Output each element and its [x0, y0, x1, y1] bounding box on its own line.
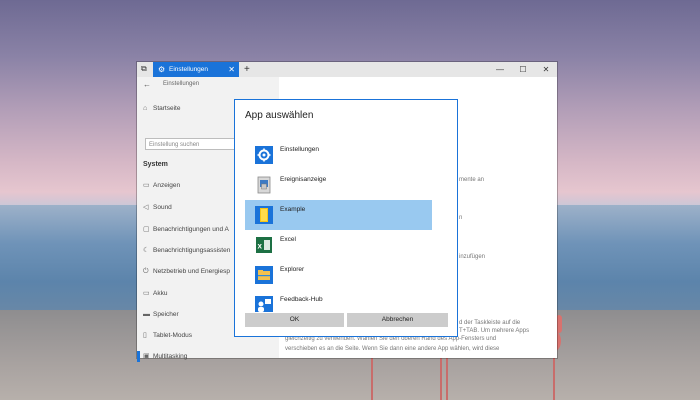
content-text: n — [459, 215, 463, 221]
new-tab-button[interactable]: + — [244, 62, 250, 77]
sidebar-item-label: Tablet-Modus — [153, 332, 193, 339]
sidebar-item-multitasking[interactable]: ▣ Multitasking — [143, 350, 277, 364]
cancel-button[interactable]: Abbrechen — [347, 313, 448, 327]
app-list[interactable]: Einstellungen Ereignisanzeige Example x — [245, 140, 433, 312]
breadcrumb: Einstellungen — [163, 81, 200, 87]
title-bar: ⧉ ⚙ Einstellungen ✕ + — ☐ ✕ — [137, 62, 557, 77]
list-item-label: Feedback-Hub — [280, 296, 323, 303]
list-item[interactable]: x Excel — [245, 230, 432, 260]
sidebar-item-label: Benachrichtigungen und A — [153, 226, 229, 233]
ok-button[interactable]: OK — [245, 313, 344, 327]
sidebar-item-label: Netzbetrieb und Energiesp — [153, 268, 230, 275]
storage-icon: ▬ — [143, 311, 150, 318]
content-text: inzufügen — [459, 254, 486, 260]
sidebar-item-label: Startseite — [153, 105, 181, 112]
monitor-icon: ▭ — [143, 182, 150, 189]
list-item[interactable]: Feedback-Hub — [245, 290, 432, 312]
list-item-label: Einstellungen — [280, 146, 320, 153]
list-item-label: Example — [280, 206, 306, 213]
list-item-label: Excel — [280, 236, 296, 243]
sidebar-item-label: Akku — [153, 290, 168, 297]
app-picker-dialog: App auswählen Einstellungen Ereignisanze… — [234, 99, 458, 337]
section-heading: System — [143, 161, 168, 168]
dialog-title: App auswählen — [245, 110, 314, 121]
list-item-label: Ereignisanzeige — [280, 176, 327, 183]
moon-icon: ☾ — [143, 247, 150, 254]
close-tab-icon[interactable]: ✕ — [228, 62, 235, 77]
list-item[interactable]: Einstellungen — [245, 140, 432, 170]
excel-icon: x — [256, 237, 272, 253]
tab-settings[interactable]: ⚙ Einstellungen ✕ — [153, 62, 239, 77]
window-menu-icon[interactable]: ⧉ — [141, 65, 149, 73]
home-icon: ⌂ — [143, 105, 148, 112]
list-item-selected[interactable]: Example — [245, 200, 432, 230]
close-button[interactable]: ✕ — [535, 62, 557, 77]
content-text: mente an — [459, 177, 485, 183]
example-folder-icon — [255, 206, 273, 224]
maximize-button[interactable]: ☐ — [512, 62, 534, 77]
event-viewer-icon — [257, 176, 271, 194]
list-item-label: Explorer — [280, 266, 305, 273]
sidebar-item-label: Anzeigen — [153, 182, 181, 189]
explorer-icon — [255, 266, 273, 284]
tab-label: Einstellungen — [169, 66, 209, 73]
power-icon: ⏻ — [143, 268, 149, 275]
sidebar-item-label: Speicher — [153, 311, 179, 318]
sidebar-item-label: Multitasking — [153, 353, 188, 360]
notification-icon: ▢ — [143, 226, 150, 233]
sidebar-item-label: Sound — [153, 204, 172, 211]
minimize-button[interactable]: — — [489, 62, 511, 77]
content-text: d der Taskleiste auf die — [459, 320, 521, 326]
selection-indicator — [137, 351, 140, 362]
gear-icon: ⚙ — [158, 65, 166, 74]
battery-icon: ▭ — [143, 290, 150, 297]
back-arrow-icon[interactable]: ← — [143, 80, 151, 89]
feedback-hub-icon — [255, 296, 273, 312]
list-item[interactable]: Explorer — [245, 260, 432, 290]
list-item[interactable]: Ereignisanzeige — [245, 170, 432, 200]
content-text: verschieben es an die Seite. Wenn Sie da… — [285, 346, 500, 352]
tablet-icon: ▯ — [143, 332, 147, 339]
multitasking-icon: ▣ — [143, 353, 150, 360]
settings-gear-icon — [255, 146, 273, 164]
svg-text:x: x — [258, 242, 263, 251]
sidebar-item-label: Benachrichtigungsassisten — [153, 247, 231, 254]
content-text: T+TAB. Um mehrere Apps — [459, 328, 530, 334]
speaker-icon: ◁ — [143, 204, 149, 211]
